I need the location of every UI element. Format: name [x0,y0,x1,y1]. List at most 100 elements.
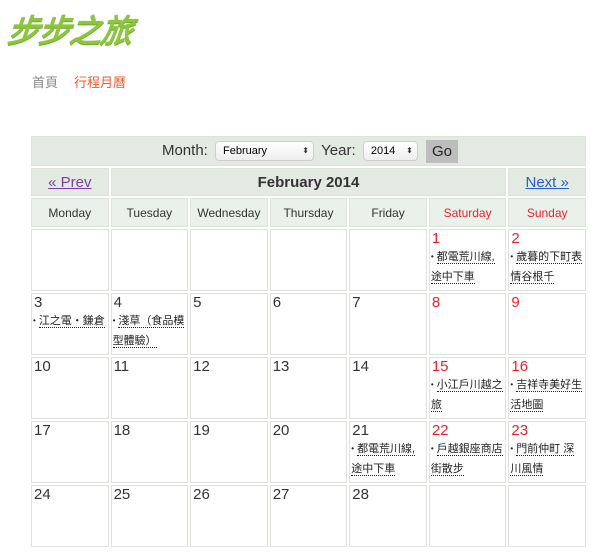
calendar-event: • 江之電・鎌倉 [32,311,108,331]
calendar-event: • 小江戶川越之旅 [430,375,506,415]
event-link[interactable]: 淺草（食品模型體驗） [112,315,185,348]
year-select[interactable]: 2014 ⬍ [362,141,418,161]
calendar-empty-cell [428,485,507,547]
weekday-header-thursday: Thursday [269,198,348,227]
day-number: 13 [272,358,290,375]
event-link[interactable]: 吉祥寺美好生活地圖 [510,379,583,412]
event-link[interactable]: 歲暮的下町表情谷根千 [510,251,583,284]
calendar-week-row: 17 18 19 20 21 • 都電荒川線, 途中下車 22 • 戶越銀座商店街散步 23 • 門前仲… [31,421,586,483]
calendar-empty-cell [508,485,586,547]
day-number: 26 [193,486,210,503]
go-button[interactable]: Go [426,139,459,163]
event-link[interactable]: 都電荒川線, 途中下車 [430,251,495,284]
breadcrumb-home-link[interactable]: 首頁 [32,75,58,90]
month-select-value: February [223,145,268,157]
bullet-icon: • [510,252,514,261]
weekday-header-sunday: Sunday [508,198,586,227]
bullet-icon: • [351,444,355,453]
calendar-empty-cell [110,229,189,291]
calendar-day-cell: 2 • 歲暮的下町表情谷根千 [508,229,586,291]
next-month-link[interactable]: Next » [509,174,585,191]
calendar-day-cell: 13 [269,357,348,419]
event-link[interactable]: 門前仲町 深川風情 [510,443,575,476]
next-cell: Next » [508,168,586,196]
calendar-day-cell: 10 [31,357,109,419]
day-number: 5 [193,294,202,311]
calendar-day-cell: 25 [110,485,189,547]
weekday-header-wednesday: Wednesday [190,198,268,227]
calendar-day-cell: 5 [190,293,268,355]
day-number: 18 [113,422,131,439]
day-number: 3 [34,294,43,311]
calendar-day-cell: 26 [190,485,268,547]
event-link[interactable]: 小江戶川越之旅 [430,379,503,412]
calendar-day-cell: 11 [110,357,189,419]
select-arrows-icon: ⬍ [302,146,309,155]
calendar-day-cell: 14 [349,357,427,419]
day-number: 12 [193,358,210,375]
breadcrumb: 首頁 行程月曆 [32,72,126,91]
calendar-day-cell: 20 [269,421,348,483]
day-number: 23 [511,422,529,439]
bullet-icon: • [112,316,116,325]
month-label: Month: [161,141,208,159]
calendar-week-row: 3 • 江之電・鎌倉 4 • 淺草（食品模型體驗） 5 6 7 8 9 [31,293,586,355]
calendar-week-row: 10 11 12 13 14 15 • 小江戶川越之旅 16 • 吉祥寺美好生活地圖 [31,357,586,419]
year-select-value: 2014 [370,145,396,157]
bullet-icon: • [510,380,514,389]
calendar-day-cell: 8 [428,293,507,355]
calendar-day-cell: 9 [508,293,586,355]
day-number: 14 [352,358,369,375]
day-number: 16 [511,358,529,375]
day-number: 20 [272,422,290,439]
calendar-event: • 淺草（食品模型體驗） [112,311,188,351]
calendar-day-cell: 7 [349,293,427,355]
calendar-week-row: 1 • 都電荒川線, 途中下車 2 • 歲暮的下町表情谷根千 [31,229,586,291]
calendar-day-cell: 3 • 江之電・鎌倉 [31,293,109,355]
prev-month-link[interactable]: « Prev [32,174,108,191]
day-number: 15 [431,358,449,375]
calendar-day-cell: 23 • 門前仲町 深川風情 [508,421,586,483]
calendar-day-cell: 16 • 吉祥寺美好生活地圖 [508,357,586,419]
day-number: 21 [352,422,369,439]
day-number: 19 [193,422,210,439]
bullet-icon: • [430,444,434,453]
bullet-icon: • [430,252,434,261]
event-link[interactable]: 戶越銀座商店街散步 [430,443,503,476]
day-number: 1 [431,230,441,247]
month-select[interactable]: February ⬍ [215,141,314,161]
calendar-day-cell: 6 [269,293,348,355]
event-link[interactable]: 都電荒川線, 途中下車 [351,443,416,476]
day-number: 17 [34,422,51,439]
day-number: 8 [431,294,441,311]
calendar-event: • 歲暮的下町表情谷根千 [509,247,585,287]
calendar-day-cell: 17 [31,421,109,483]
day-number: 25 [113,486,131,503]
calendar-weeks: 1 • 都電荒川線, 途中下車 2 • 歲暮的下町表情谷根千 3 • 江之電・鎌倉 4 • 淺草（食品… [31,229,586,547]
calendar-day-cell: 4 • 淺草（食品模型體驗） [110,293,189,355]
breadcrumb-current: 行程月曆 [74,75,127,90]
calendar-day-cell: 12 [190,357,268,419]
calendar-empty-cell [349,229,427,291]
day-number: 11 [113,358,130,375]
day-number: 24 [34,486,51,503]
calendar-table: Month: February ⬍ Year: 2014 ⬍ Go « Prev F… [29,134,588,549]
weekday-header-monday: Monday [31,198,109,227]
day-number: 22 [431,422,449,439]
bullet-icon: • [33,316,36,325]
calendar-week-row: 24 25 26 27 28 [31,485,586,547]
prev-cell: « Prev [31,168,109,196]
calendar-event: • 吉祥寺美好生活地圖 [509,375,585,415]
calendar-nav-row: « Prev February 2014 Next » [31,168,586,196]
day-number: 9 [511,294,520,311]
calendar-event: • 門前仲町 深川風情 [509,439,585,479]
calendar-event: • 都電荒川線, 途中下車 [350,439,426,479]
day-number: 10 [34,358,51,375]
weekday-header-tuesday: Tuesday [110,198,189,227]
site-logo[interactable]: 步步之旅 [6,6,135,52]
day-number: 27 [272,486,290,503]
day-number: 28 [352,486,369,503]
event-link[interactable]: 江之電・鎌倉 [38,315,105,328]
calendar-empty-cell [31,229,109,291]
calendar-controls: Month: February ⬍ Year: 2014 ⬍ Go [31,136,586,166]
